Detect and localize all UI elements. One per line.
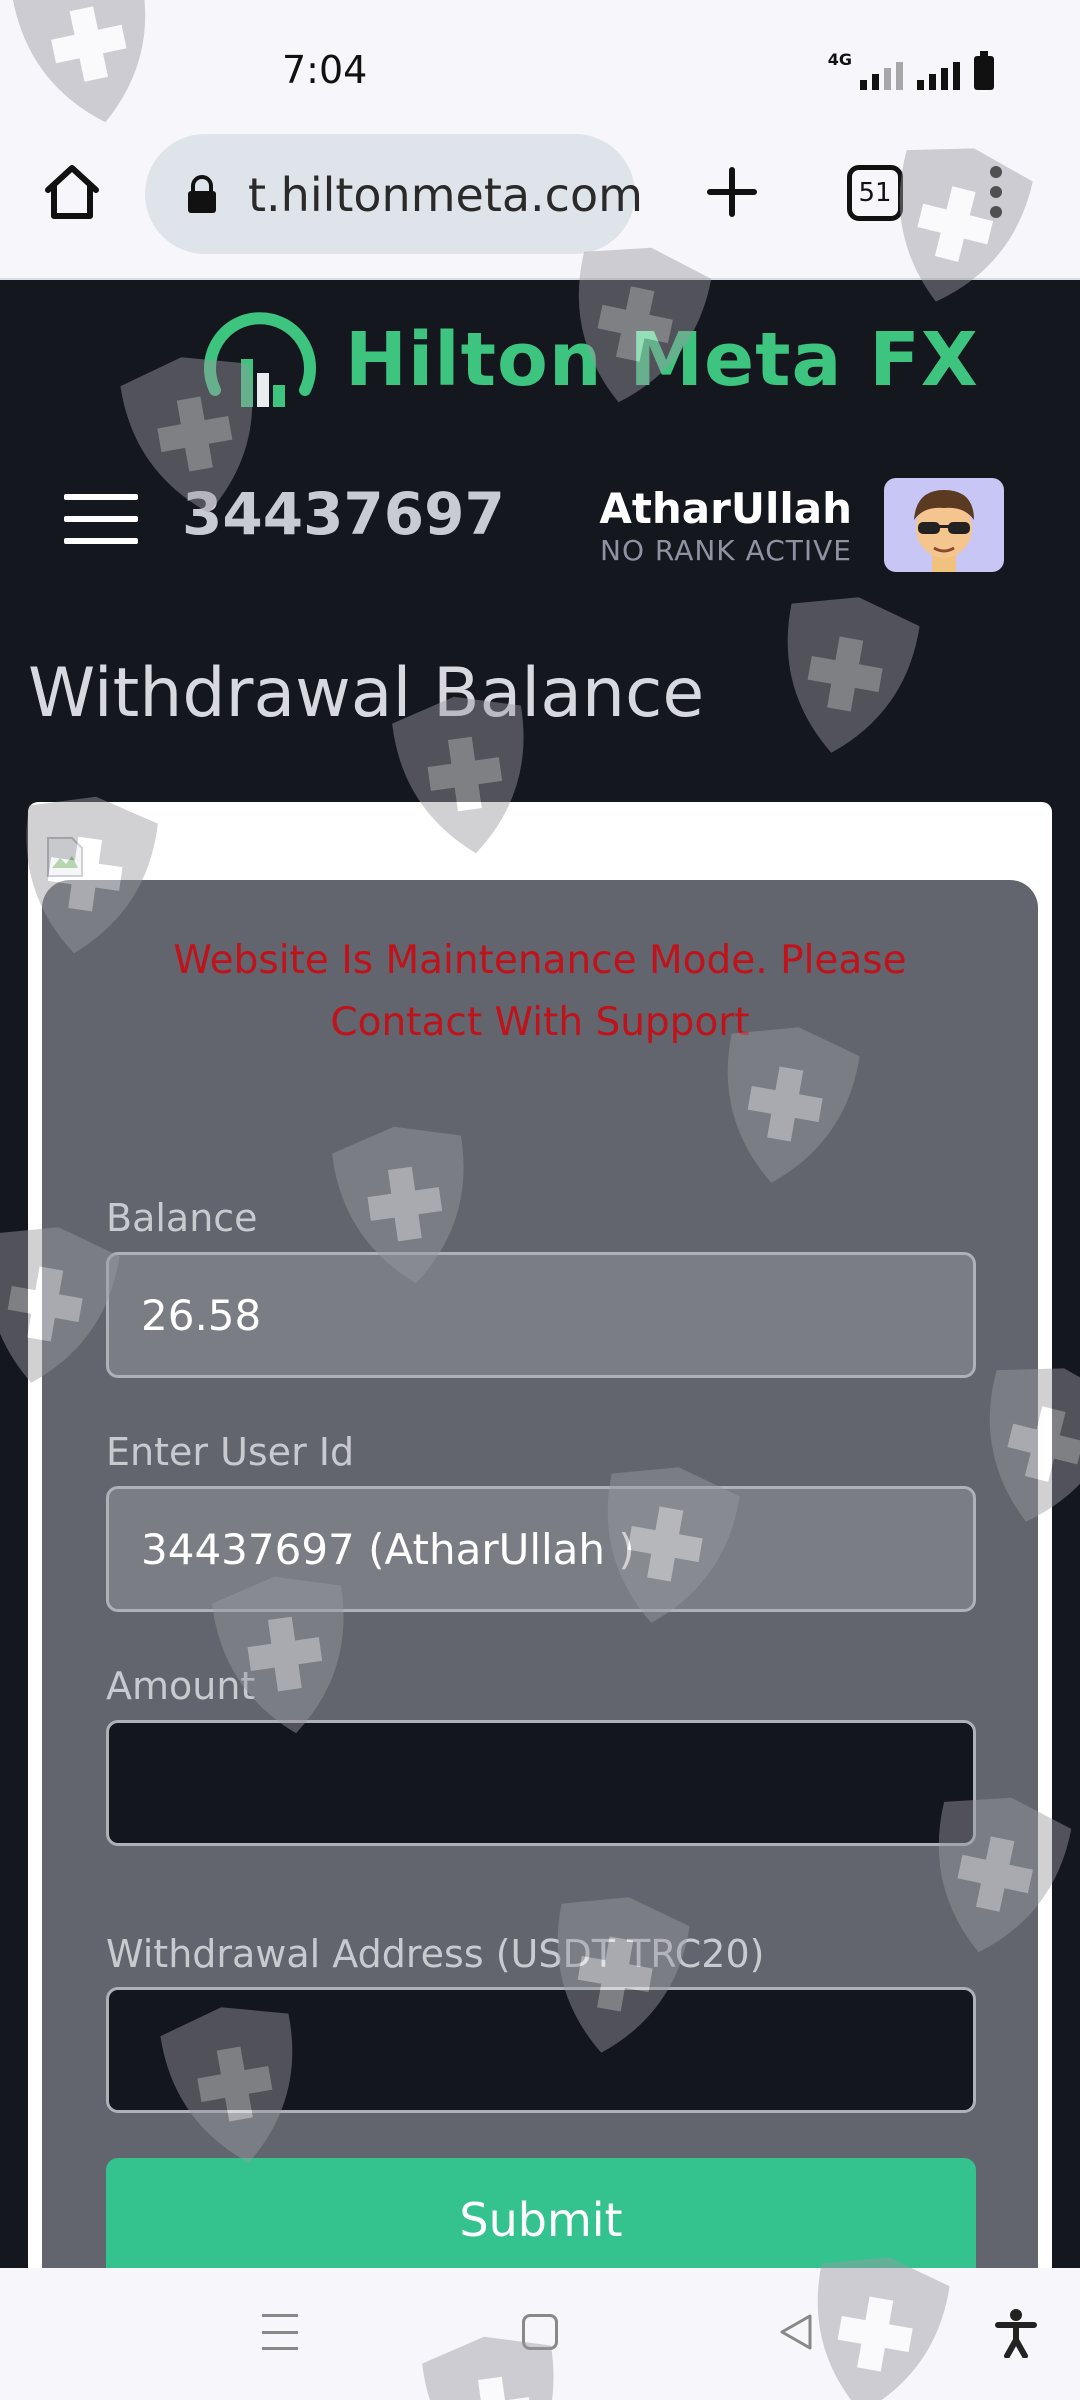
accessibility-icon[interactable] (994, 2308, 1038, 2359)
system-navigation-bar (0, 2268, 1080, 2400)
tab-switcher-button[interactable]: 51 (847, 165, 903, 221)
amount-input[interactable] (106, 1720, 976, 1846)
signal-icon-2 (917, 58, 960, 90)
header-rank: NO RANK ACTIVE (600, 534, 852, 567)
header-username: AtharUllah (599, 484, 852, 533)
address-bar[interactable]: t.hiltonmeta.com (145, 134, 643, 254)
user-id-label: Enter User Id (106, 1430, 355, 1474)
status-bar: 7:04 4G (0, 0, 1080, 130)
url-text: t.hiltonmeta.com (248, 168, 643, 222)
avatar[interactable] (884, 478, 1004, 572)
home-icon[interactable] (40, 160, 104, 224)
maintenance-notice: Website Is Maintenance Mode. Please Cont… (173, 938, 907, 1045)
withdrawal-form: Website Is Maintenance Mode. Please Cont… (42, 880, 1038, 2282)
header-user-id: 34437697 (182, 480, 505, 548)
status-icons: 4G (828, 50, 994, 90)
tab-count: 51 (858, 178, 892, 208)
avatar-face-icon (914, 490, 974, 572)
user-id-field: 34437697 (AtharUllah ) (106, 1486, 976, 1612)
recent-apps-icon[interactable] (262, 2314, 298, 2350)
logo-mark-icon (204, 312, 316, 407)
more-options-icon[interactable] (976, 160, 1016, 224)
page-title: Withdrawal Balance (28, 654, 705, 733)
status-time: 7:04 (282, 48, 368, 92)
hamburger-menu-icon[interactable] (64, 494, 138, 544)
balance-field: 26.58 (106, 1252, 976, 1378)
battery-icon (974, 51, 994, 90)
withdrawal-address-input[interactable] (106, 1987, 976, 2113)
withdrawal-address-label: Withdrawal Address (USDT TRC20) (106, 1932, 765, 1976)
signal-icon (860, 58, 903, 90)
home-button-icon[interactable] (522, 2314, 558, 2350)
browser-toolbar: t.hiltonmeta.com 51 (0, 130, 1080, 280)
brand-name: Hilton Meta FX (345, 317, 979, 403)
user-id-value: 34437697 (AtharUllah ) (141, 1524, 635, 1574)
watermark-shield-icon (756, 578, 933, 771)
back-icon[interactable] (774, 2310, 818, 2354)
balance-label: Balance (106, 1196, 258, 1240)
balance-value: 26.58 (141, 1290, 262, 1340)
network-type: 4G (827, 50, 852, 69)
submit-button[interactable]: Submit (106, 2158, 976, 2282)
brand-logo: Hilton Meta FX (195, 295, 979, 425)
lock-icon (185, 174, 219, 214)
amount-label: Amount (106, 1664, 256, 1708)
broken-image-icon (42, 834, 88, 880)
new-tab-icon[interactable] (700, 160, 764, 224)
